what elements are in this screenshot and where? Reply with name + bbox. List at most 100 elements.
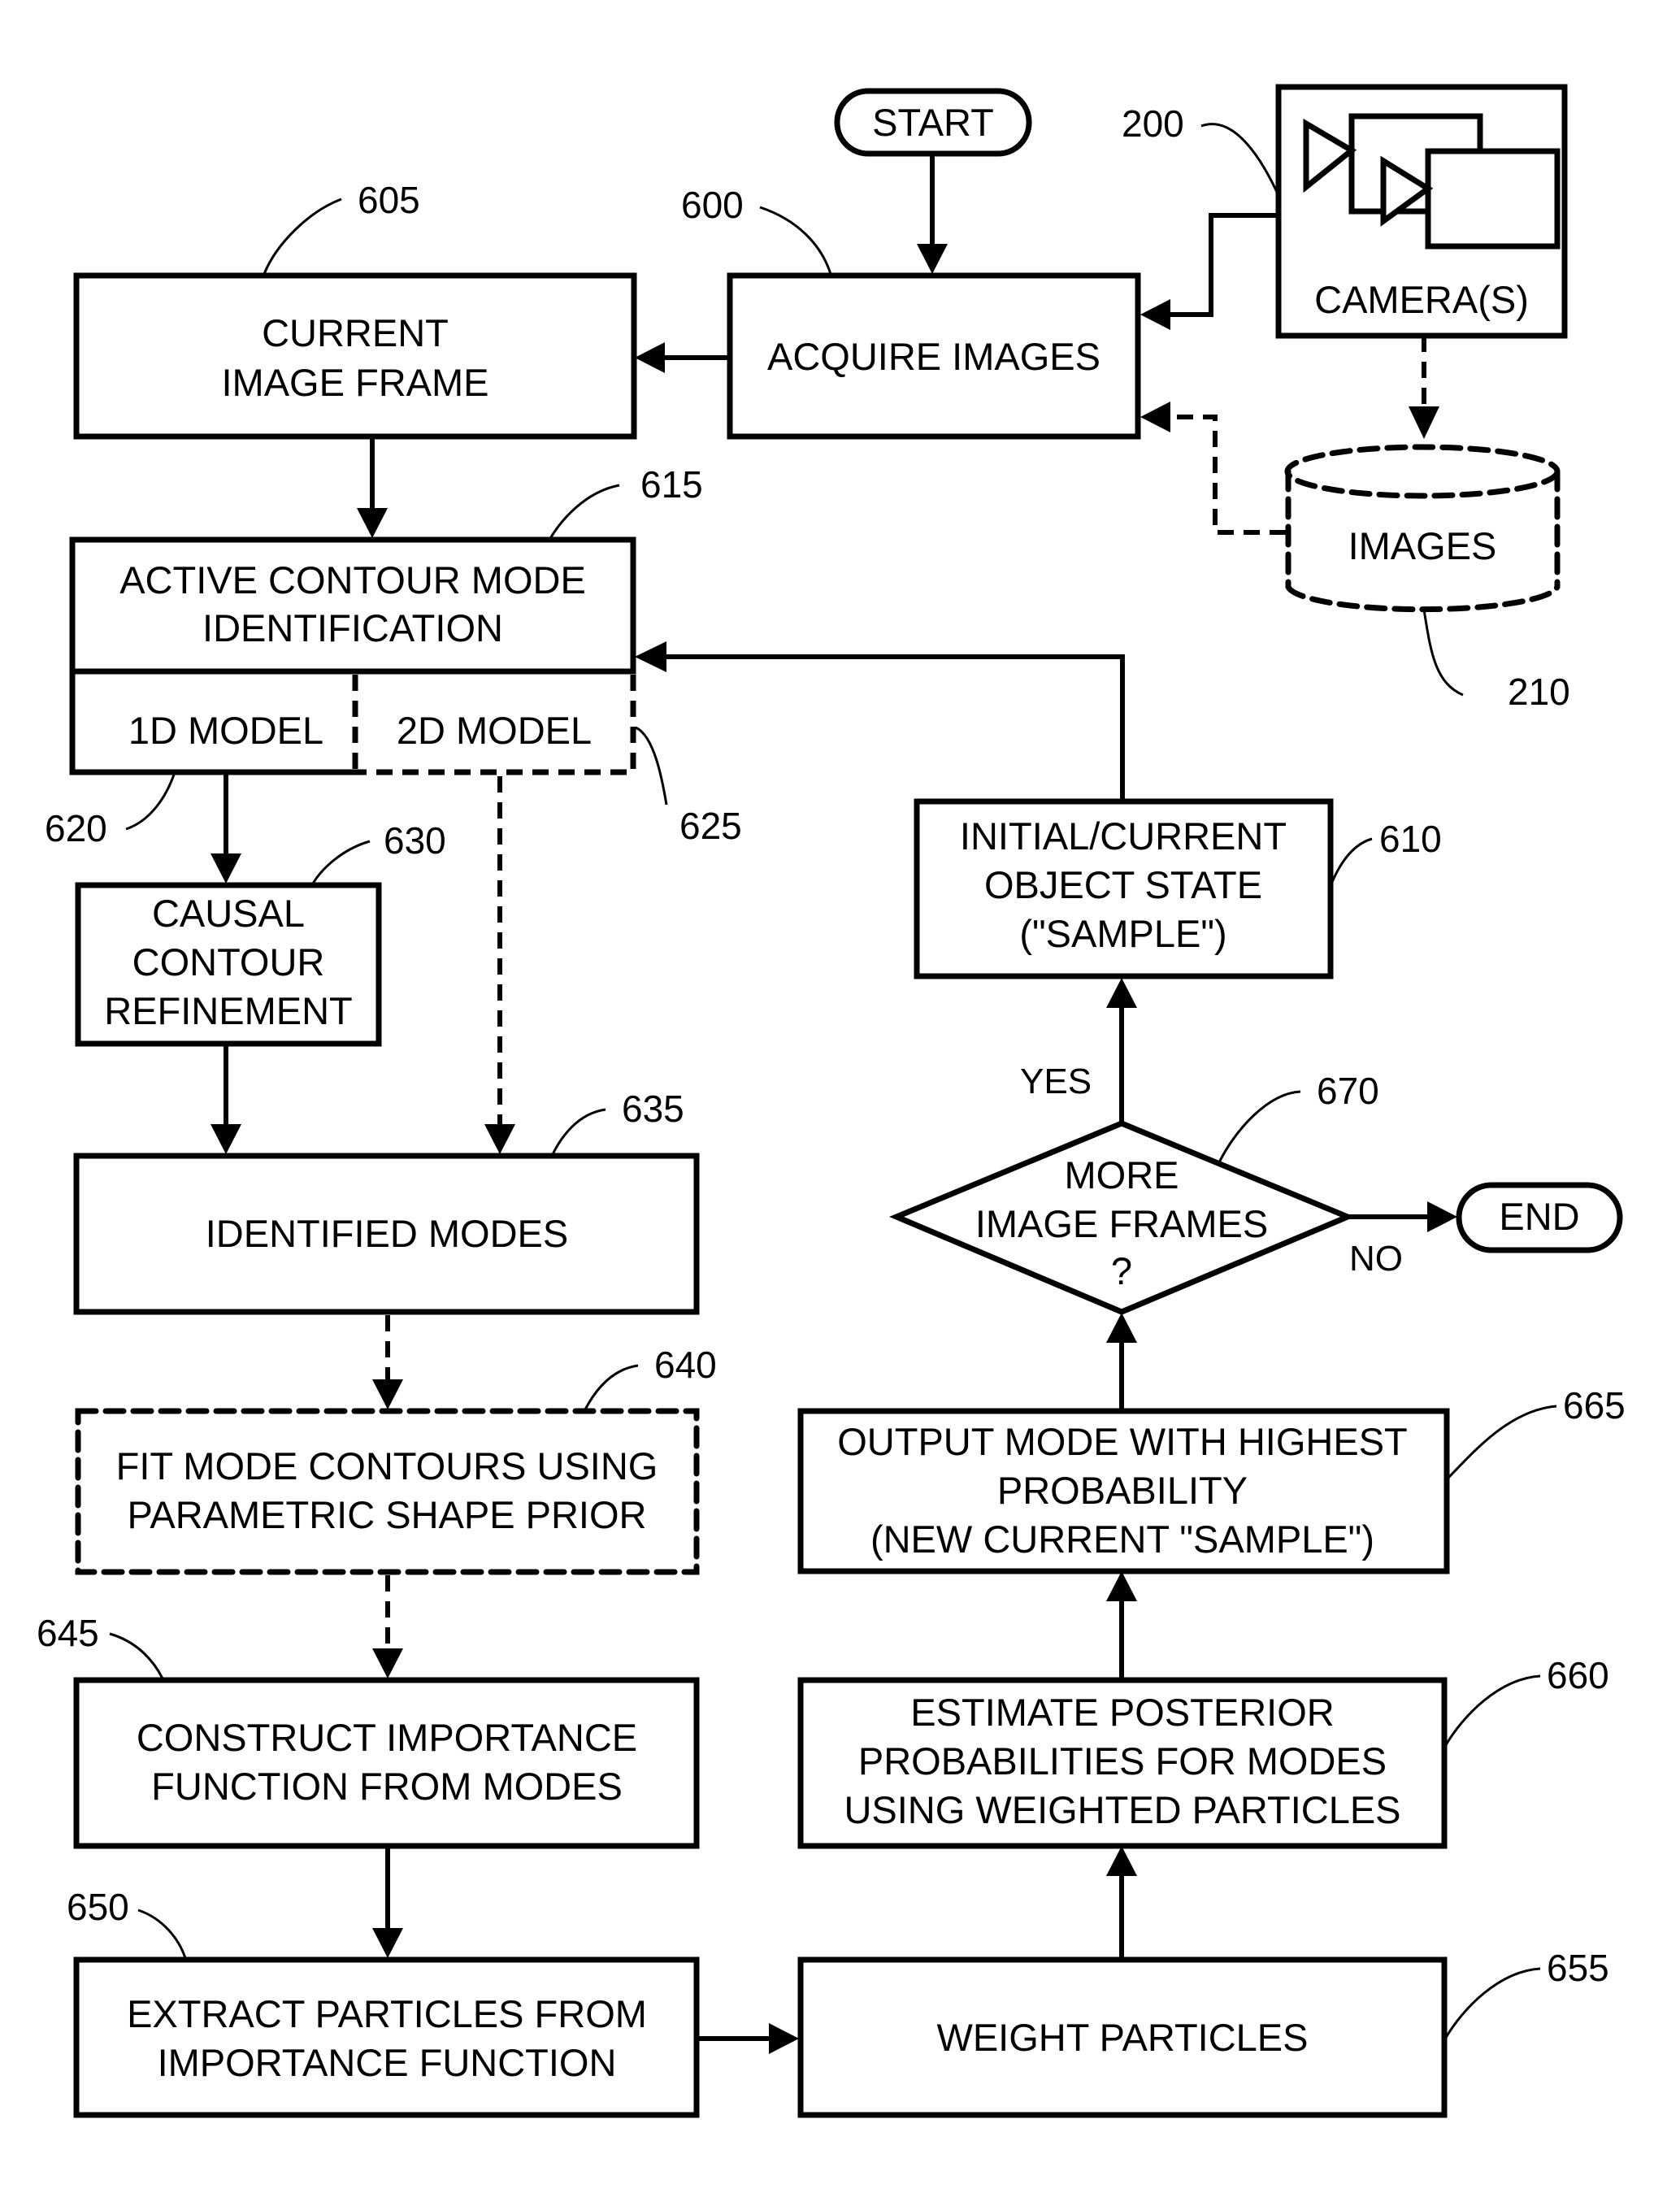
extract-label-line2: IMPORTANCE FUNCTION	[158, 2041, 617, 2084]
ref-650: 650	[67, 1886, 129, 1928]
arrowhead	[1427, 1201, 1457, 1232]
arrowhead	[372, 1379, 403, 1409]
estimate-label-line1: ESTIMATE POSTERIOR	[910, 1691, 1334, 1734]
causal-refinement-node: CAUSAL CONTOUR REFINEMENT	[75, 882, 382, 1047]
arrowhead	[484, 1124, 515, 1154]
arrowhead	[1140, 299, 1170, 330]
arrowhead	[372, 1928, 403, 1958]
ref-605: 605	[358, 179, 420, 221]
construct-importance-node: CONSTRUCT IMPORTANCE FUNCTION FROM MODES	[73, 1677, 700, 1849]
images-database: IMAGES	[1284, 444, 1561, 613]
decision-label-line1: MORE	[1065, 1153, 1179, 1196]
leader-610	[1329, 837, 1373, 887]
leader-635	[551, 1108, 606, 1155]
edge-images-acquire	[1170, 415, 1286, 535]
weight-particles-node: WEIGHT PARTICLES	[797, 1956, 1448, 2118]
weight-label: WEIGHT PARTICLES	[936, 2016, 1308, 2059]
arrowhead	[1106, 978, 1137, 1008]
ref-640: 640	[654, 1344, 717, 1386]
active-contour-node: ACTIVE CONTOUR MODE IDENTIFICATION	[69, 536, 636, 675]
leader-660	[1443, 1674, 1541, 1748]
active-label-line2: IDENTIFICATION	[202, 606, 503, 649]
no-label: NO	[1349, 1239, 1403, 1279]
ref-615: 615	[640, 463, 703, 506]
leader-640	[584, 1364, 639, 1410]
causal-label-line1: CAUSAL	[152, 892, 305, 935]
ref-610: 610	[1379, 818, 1442, 860]
model-1d-node: 1D MODEL	[69, 671, 355, 775]
causal-label-line3: REFINEMENT	[104, 989, 353, 1032]
arrowhead	[372, 1648, 403, 1678]
arrowhead	[635, 641, 666, 672]
identified-modes-node: IDENTIFIED MODES	[73, 1153, 700, 1315]
start-terminal: START	[834, 88, 1032, 157]
leader-665	[1445, 1405, 1557, 1481]
acquire-label: ACQUIRE IMAGES	[767, 335, 1100, 378]
ref-645: 645	[37, 1612, 99, 1654]
output-label-line2: PROBABILITY	[997, 1469, 1248, 1512]
state-label-line3: ("SAMPLE")	[1019, 912, 1226, 955]
model-1d-label: 1D MODEL	[128, 709, 323, 752]
identified-label: IDENTIFIED MODES	[206, 1212, 569, 1255]
current-image-frame-node: CURRENT IMAGE FRAME	[73, 272, 637, 440]
ref-655: 655	[1547, 1947, 1609, 1989]
ref-200: 200	[1122, 102, 1184, 145]
leader-630	[311, 840, 371, 884]
arrowhead	[917, 244, 948, 274]
model-2d-node: 2D MODEL	[352, 675, 636, 775]
leader-605	[263, 198, 342, 275]
ref-600: 600	[681, 184, 744, 226]
output-mode-node: OUTPUT MODE WITH HIGHEST PROBABILITY (NE…	[797, 1408, 1450, 1574]
ref-630: 630	[384, 819, 446, 862]
ref-665: 665	[1563, 1384, 1626, 1427]
output-label-line1: OUTPUT MODE WITH HIGHEST	[837, 1420, 1408, 1463]
construct-label-line1: CONSTRUCT IMPORTANCE	[137, 1716, 637, 1759]
arrowhead	[769, 2023, 799, 2054]
estimate-label-line2: PROBABILITIES FOR MODES	[858, 1739, 1387, 1783]
current-label-line2: IMAGE FRAME	[221, 361, 488, 404]
arrowhead	[635, 342, 665, 373]
images-label: IMAGES	[1348, 524, 1497, 567]
output-label-line3: (NEW CURRENT "SAMPLE")	[870, 1518, 1374, 1561]
arrowhead	[211, 1124, 241, 1154]
arrowhead	[1140, 402, 1170, 432]
extract-label-line1: EXTRACT PARTICLES FROM	[127, 1992, 647, 2035]
state-label-line2: OBJECT STATE	[984, 863, 1262, 906]
leader-655	[1443, 1967, 1541, 2041]
end-label: END	[1499, 1195, 1579, 1238]
leader-200	[1200, 123, 1282, 200]
flowchart: START CAMERA(S) IMAGES ACQUIRE IMAGES CU	[37, 84, 1626, 2118]
leader-210	[1422, 609, 1464, 697]
estimate-posterior-node: ESTIMATE POSTERIOR PROBABILITIES FOR MOD…	[797, 1677, 1448, 1849]
ref-620: 620	[45, 807, 107, 849]
camera-node: CAMERA(S)	[1275, 84, 1568, 339]
leader-620	[125, 771, 176, 831]
current-label-line1: CURRENT	[262, 311, 449, 354]
causal-label-line2: CONTOUR	[132, 940, 325, 984]
yes-label: YES	[1020, 1062, 1092, 1101]
ref-625: 625	[679, 805, 742, 847]
more-frames-decision: MORE IMAGE FRAMES ?	[888, 1120, 1356, 1315]
state-label-line1: INITIAL/CURRENT	[960, 814, 1287, 858]
decision-label-line2: IMAGE FRAMES	[975, 1202, 1268, 1245]
ref-660: 660	[1547, 1654, 1609, 1696]
leader-670	[1218, 1090, 1301, 1163]
object-state-node: INITIAL/CURRENT OBJECT STATE ("SAMPLE")	[914, 798, 1334, 979]
start-label: START	[872, 101, 994, 144]
extract-particles-node: EXTRACT PARTICLES FROM IMPORTANCE FUNCTI…	[73, 1956, 700, 2118]
estimate-label-line3: USING WEIGHTED PARTICLES	[844, 1788, 1400, 1831]
edge-camera-acquire	[1170, 213, 1277, 317]
arrowhead	[1409, 406, 1439, 439]
arrowhead	[1106, 1571, 1137, 1601]
active-label-line1: ACTIVE CONTOUR MODE	[119, 558, 586, 601]
leader-650	[137, 1909, 187, 1959]
construct-label-line2: FUNCTION FROM MODES	[151, 1765, 623, 1808]
leader-600	[759, 206, 832, 275]
decision-label-line3: ?	[1111, 1249, 1132, 1292]
fit-mode-contours-node: FIT MODE CONTOURS USING PARAMETRIC SHAPE…	[75, 1408, 700, 1575]
ref-670: 670	[1317, 1070, 1379, 1112]
arrowhead	[211, 853, 241, 884]
leader-625	[635, 726, 668, 806]
arrowhead	[357, 508, 388, 538]
acquire-images-node: ACQUIRE IMAGES	[727, 272, 1141, 440]
